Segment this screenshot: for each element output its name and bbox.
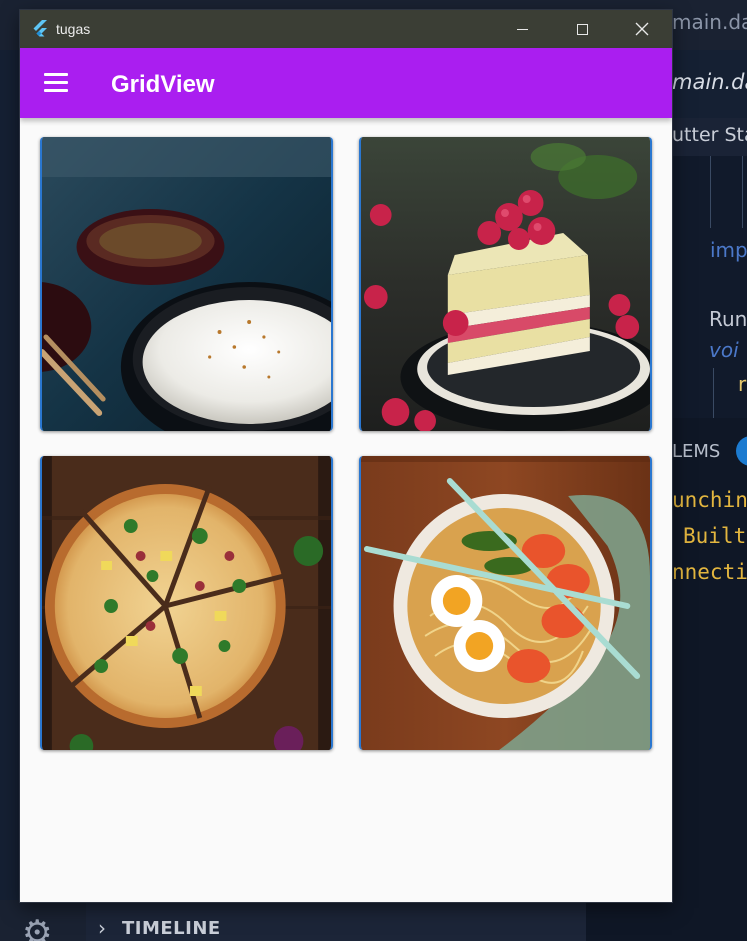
panel-strip [586, 900, 747, 941]
code-r-line: r [738, 372, 747, 396]
code-import-line: imp [710, 238, 747, 262]
food-image-rice [42, 137, 331, 431]
app-window: tugas GridView [20, 10, 672, 902]
indent-guide [742, 156, 743, 228]
panel-tab-problems[interactable]: LEMS [672, 441, 720, 462]
app-bar-title: GridView [111, 71, 215, 98]
terminal-line: nnecti [672, 560, 747, 584]
flutter-logo-icon [33, 20, 47, 37]
indent-guide [710, 156, 711, 228]
grid-item-ramen[interactable] [359, 456, 652, 750]
menu-icon[interactable] [42, 70, 70, 96]
gear-icon[interactable]: ⚙ [22, 916, 52, 941]
app-bar: GridView [20, 48, 672, 118]
maximize-button[interactable] [552, 10, 612, 48]
terminal-line: unchin [672, 488, 747, 512]
grid-item-cake[interactable] [359, 137, 652, 431]
indent-guide [713, 368, 714, 418]
grid-item-pizza[interactable] [40, 456, 333, 750]
food-image-cake [361, 137, 650, 431]
timeline-label[interactable]: TIMELINE [122, 918, 221, 939]
minimize-button[interactable] [492, 10, 552, 48]
code-void-line: voi [709, 338, 739, 362]
window-title: tugas [56, 21, 91, 37]
editor-left-edge [0, 10, 20, 44]
grid-item-rice[interactable] [40, 137, 333, 431]
food-image-ramen [361, 456, 650, 750]
chevron-right-icon[interactable]: › [98, 916, 106, 940]
window-titlebar[interactable]: tugas [20, 10, 672, 48]
editor-tab-main-dart[interactable]: main.dar [672, 10, 747, 34]
terminal-line: Built [683, 524, 747, 548]
editor-file-label: main.dart [672, 70, 747, 94]
maximize-icon [576, 23, 588, 35]
close-icon [635, 22, 649, 36]
close-button[interactable] [612, 10, 672, 48]
editor-breadcrumb[interactable]: utter Sta [672, 124, 747, 146]
code-run-codelens[interactable]: Run [709, 307, 747, 331]
minimize-icon [516, 28, 528, 30]
food-image-pizza [42, 456, 331, 750]
